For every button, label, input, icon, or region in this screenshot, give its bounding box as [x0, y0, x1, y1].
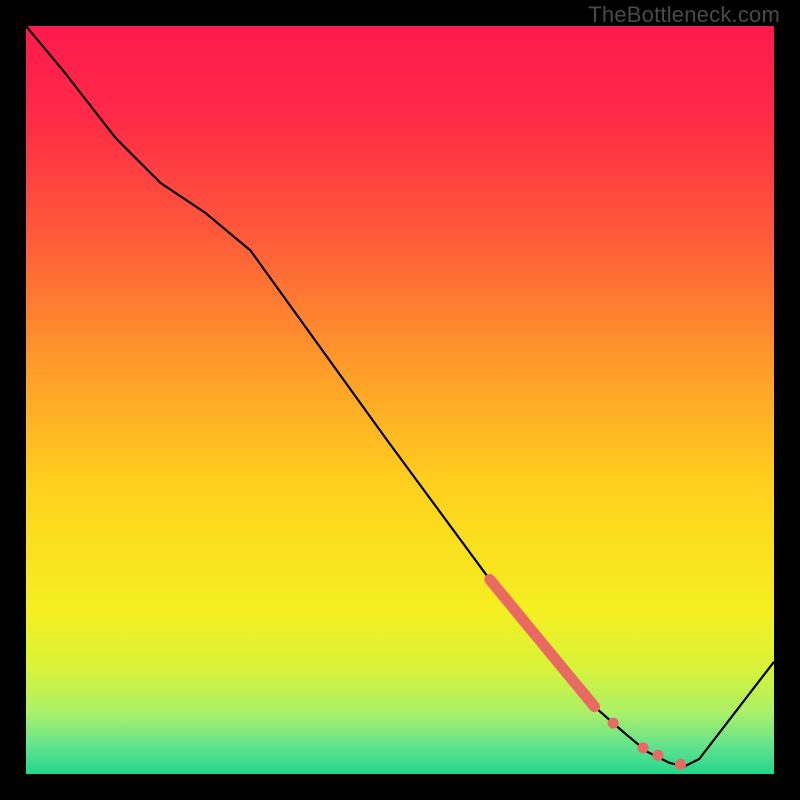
dot-2 — [638, 742, 649, 753]
chart-frame: TheBottleneck.com — [0, 0, 800, 800]
plot-area — [26, 26, 774, 774]
watermark-text: TheBottleneck.com — [588, 2, 780, 28]
bottleneck-curve-chart — [26, 26, 774, 774]
gradient-background — [26, 26, 774, 774]
dot-1 — [608, 718, 619, 729]
dot-3 — [653, 750, 664, 761]
dot-4 — [675, 759, 686, 770]
